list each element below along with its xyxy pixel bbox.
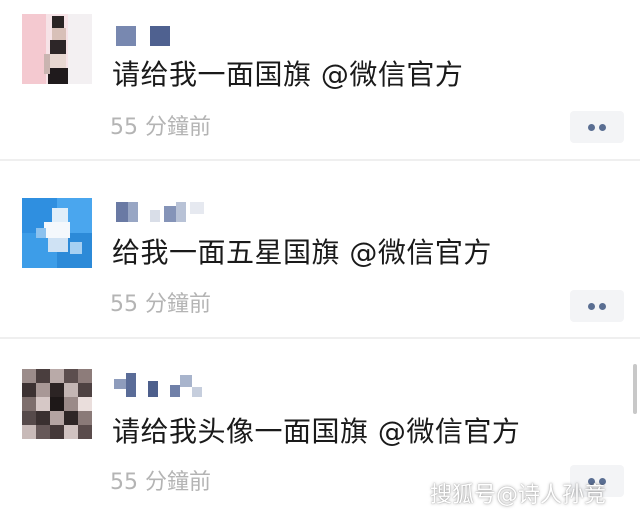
comment-feed: 请给我一面国旗 @微信官方 55 分鐘前 给我一面五星国旗 @微信官方 55 分… [0, 0, 640, 518]
timestamp: 55 分鐘前 [110, 470, 211, 495]
more-button[interactable] [570, 290, 624, 322]
avatar-image [22, 198, 92, 268]
more-dots-icon [588, 302, 595, 310]
avatar[interactable] [22, 14, 92, 84]
avatar-image [22, 14, 92, 84]
more-button[interactable] [570, 111, 624, 143]
scrollbar[interactable] [633, 364, 637, 414]
timestamp: 55 分鐘前 [110, 292, 211, 317]
divider [0, 159, 640, 161]
comment-item[interactable]: 给我一面五星国旗 @微信官方 55 分鐘前 [0, 162, 640, 337]
username-blurred[interactable] [114, 200, 214, 224]
timestamp: 55 分鐘前 [110, 115, 211, 140]
avatar-image [22, 369, 92, 439]
username-blurred[interactable] [114, 371, 204, 397]
comment-text: 给我一面五星国旗 @微信官方 [112, 236, 492, 269]
username-blurred[interactable] [114, 24, 184, 48]
more-dots-icon [588, 123, 595, 131]
comment-text: 请给我一面国旗 @微信官方 [112, 58, 464, 91]
avatar[interactable] [22, 198, 92, 268]
comment-text: 请给我头像一面国旗 @微信官方 [112, 415, 521, 448]
watermark: 搜狐号@诗人孙竞 [430, 483, 607, 508]
comment-item[interactable]: 请给我一面国旗 @微信官方 55 分鐘前 [0, 0, 640, 160]
avatar[interactable] [22, 369, 92, 439]
